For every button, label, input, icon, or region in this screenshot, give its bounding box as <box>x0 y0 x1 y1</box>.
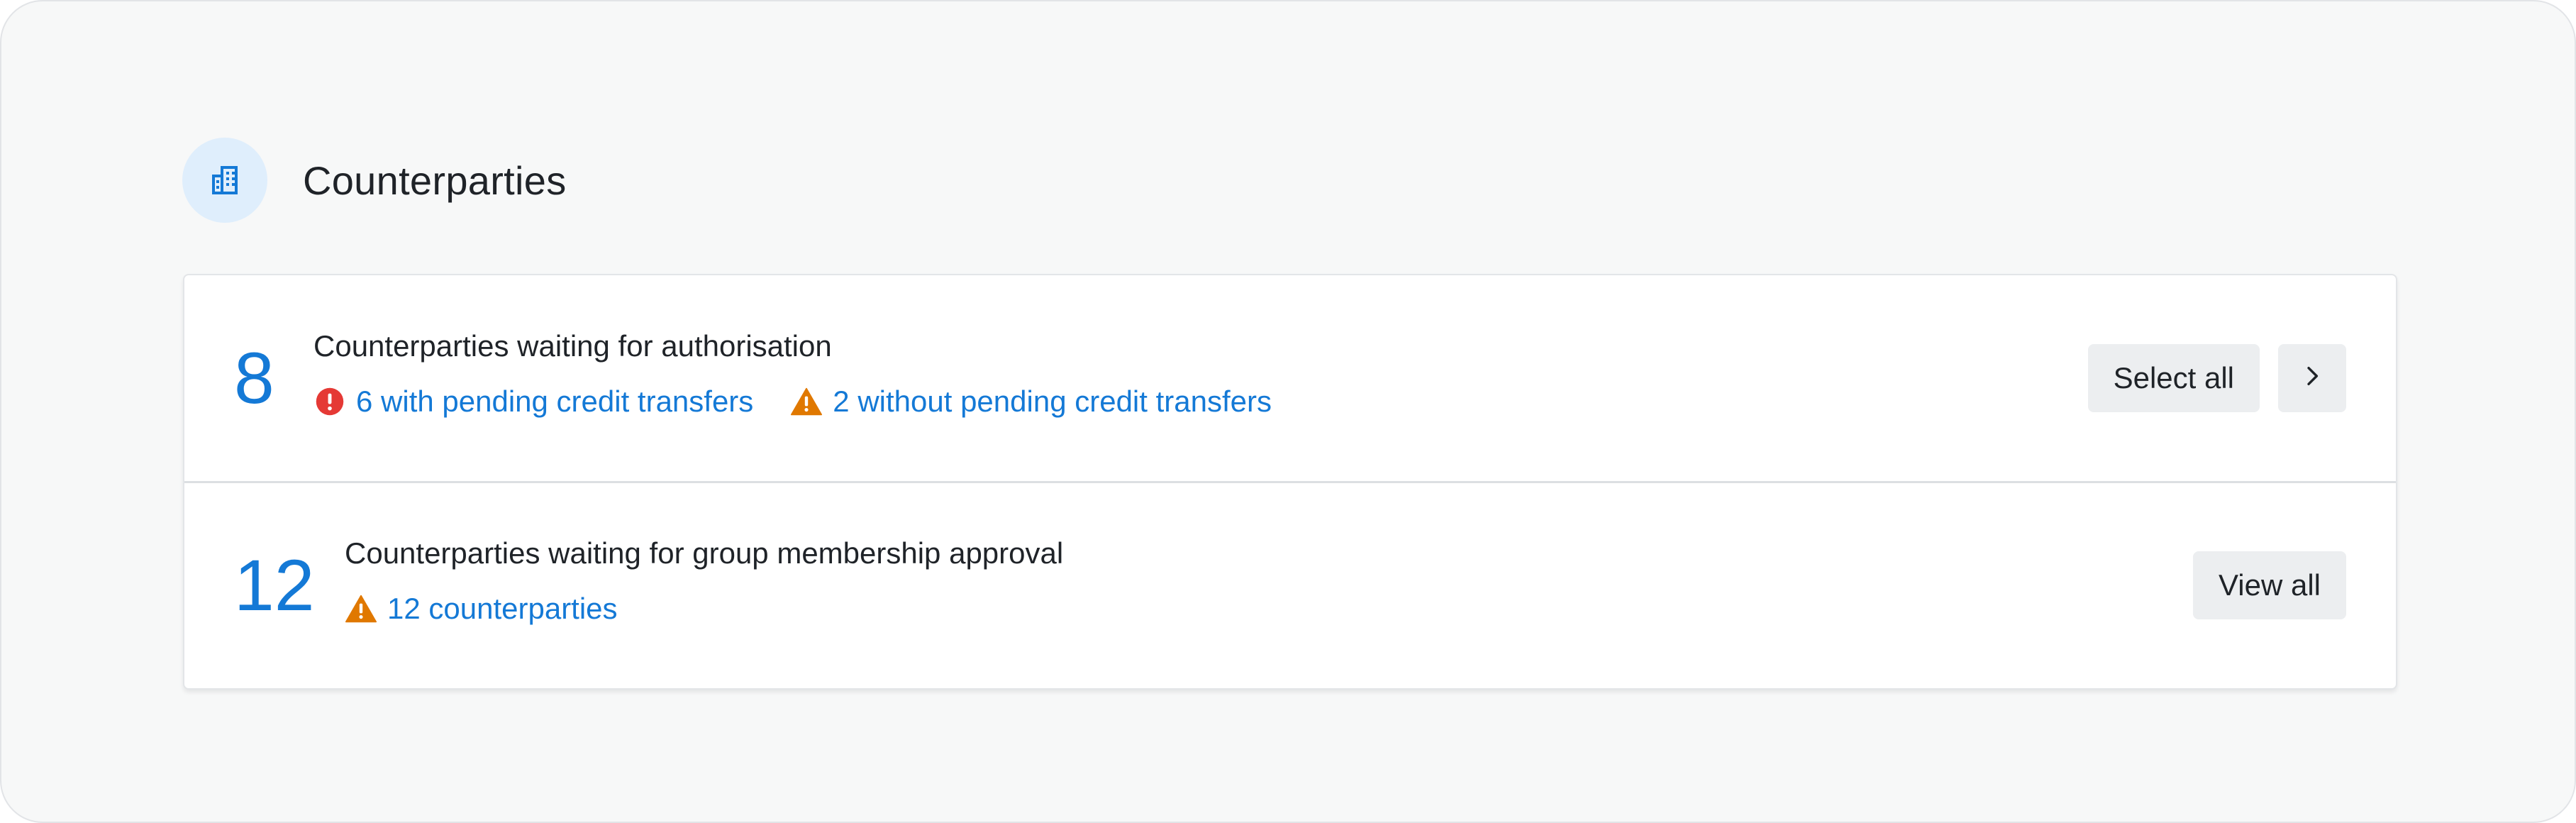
view-all-button[interactable]: View all <box>2193 551 2346 619</box>
warning-triangle-icon <box>790 385 823 418</box>
group-membership-links: 12 counterparties <box>345 592 1063 626</box>
counterparties-link-label: 12 counterparties <box>387 592 618 625</box>
section-header: Counterparties <box>182 138 567 223</box>
without-pending-credit-transfers-link[interactable]: 2 without pending credit transfers <box>790 385 1272 419</box>
group-membership-title: Counterparties waiting for group members… <box>345 536 1064 570</box>
group-membership-row: 12 Counterparties waiting for group memb… <box>184 482 2396 688</box>
authorisation-row: 8 Counterparties waiting for authorisati… <box>184 275 2396 483</box>
authorisation-actions: Select all <box>2087 275 2346 481</box>
chevron-right-icon <box>2300 361 2324 395</box>
counterparties-card: 8 Counterparties waiting for authorisati… <box>183 274 2397 690</box>
group-membership-row-content: Counterparties waiting for group members… <box>345 534 1063 626</box>
open-details-button[interactable] <box>2278 344 2346 412</box>
error-circle-icon <box>313 385 346 418</box>
warning-triangle-icon <box>345 592 377 625</box>
counterparties-link[interactable]: 12 counterparties <box>345 592 618 626</box>
page-frame: Counterparties 8 Counterparties waiting … <box>0 0 2576 823</box>
group-membership-actions: View all <box>2193 482 2346 688</box>
authorisation-title: Counterparties waiting for authorisation <box>313 329 832 363</box>
without-pending-credit-transfers-label: 2 without pending credit transfers <box>833 385 1272 418</box>
select-all-button[interactable]: Select all <box>2087 344 2260 412</box>
pending-credit-transfers-link[interactable]: 6 with pending credit transfers <box>313 385 753 419</box>
building-icon <box>182 138 267 223</box>
section-title: Counterparties <box>303 158 567 203</box>
authorisation-links: 6 with pending credit transfers 2 withou… <box>313 385 1272 419</box>
pending-credit-transfers-label: 6 with pending credit transfers <box>356 385 754 418</box>
group-membership-count: 12 <box>234 544 315 626</box>
authorisation-count: 8 <box>234 337 274 419</box>
authorisation-row-content: Counterparties waiting for authorisation… <box>313 326 1272 419</box>
